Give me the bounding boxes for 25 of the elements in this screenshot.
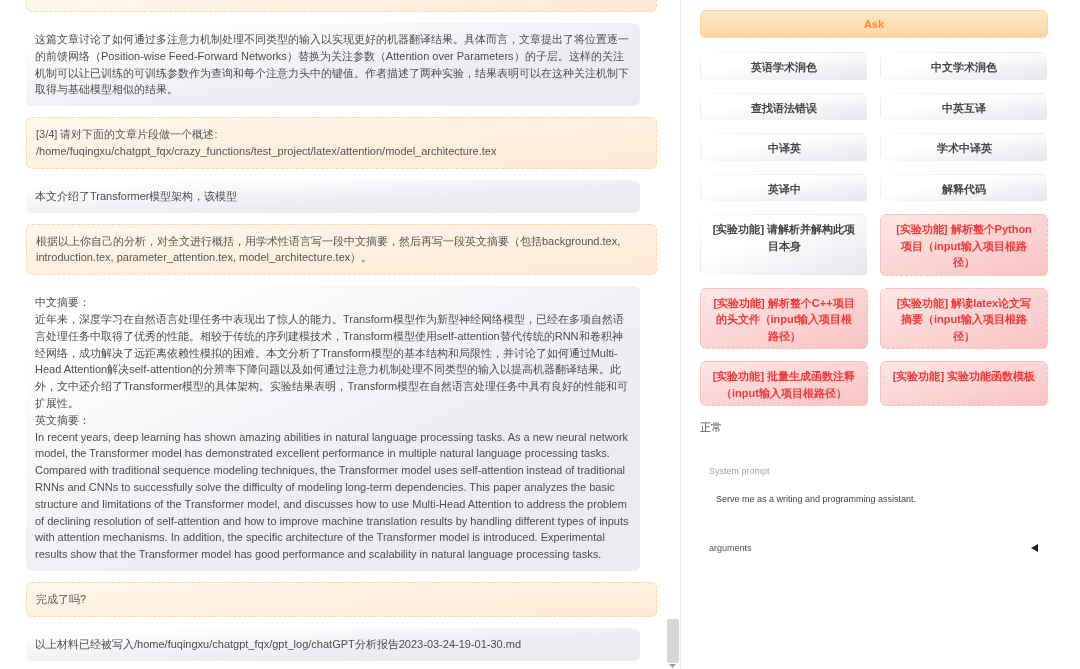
function-button[interactable]: 查找语法错误	[700, 92, 868, 121]
function-button[interactable]: 中英互译	[880, 92, 1048, 121]
function-button[interactable]: [实验功能] 请解析并解构此项目本身	[700, 214, 868, 276]
function-button[interactable]: 英译中	[700, 173, 868, 202]
message-text: 以上材料已经被写入/home/fuqingxu/chatgpt_fqx/gpt_log/chatGPT分析报告2023-03-24-19-01-30.md	[35, 636, 522, 652]
function-button[interactable]: 学术中译英	[880, 133, 1048, 162]
message-text: 完成了吗?	[36, 591, 87, 607]
function-button[interactable]: 中文学术润色	[880, 52, 1048, 81]
message-text: In recent years, deep learning has shown amazing abilities in natural language processing tasks. As a new neural network model, the Transformer model has demonstrated excellent performance in multiple natural language processing tasks. Compared with traditional sequence modeling techniques, the Transformer model uses self-attention instead of traditional RNNs and CNNs to successfully solve the difficulty of modeling long-term dependencies. This paper analyzes the basic structure and limitations of the Transformer model, and discusses how to use Multi-Head Attention to address the problem of declining resolution of self-attention and how to improve machine translation results by handling different types of inputs with attention mechanisms. In addition, the specific architecture of the Transformer model is introduced. Experimental results show that the Transformer model has good performance and scalability in natural language processing tasks.	[35, 429, 630, 563]
arguments-accordion[interactable]: arguments	[700, 540, 1048, 556]
message-text: [3/4] 请对下面的文章片段做一个概述:	[36, 127, 218, 143]
message-text: 英文摘要：	[35, 412, 90, 428]
function-button[interactable]: 中译英	[700, 133, 868, 162]
system-prompt-label: System prompt	[709, 465, 770, 477]
message-text: 这篇文章讨论了如何通过多注意力机制处理不同类型的输入以实现更好的机器翻译结果。具体而言，文章提出了将位置逐一的前馈网络（Position-wise Feed-Forward Networks）替换为关注参数（Attention over Parameters）的子层。这样的关注机制可以让已训练的可训练参数作为查询和每个注意力头中的键值。作者描述了两种实验，结果表明可以在这种关注机制下取得与基础模型相似的结果。	[35, 32, 630, 98]
message-text: 根据以上你自己的分析，对全文进行概括，用学术性语言写一段中文摘要，然后再写一段英文摘要（包括background.tex, introduction.tex, parameter_attention.tex, model_architecture.tex）。	[36, 233, 622, 266]
function-button[interactable]: 英语学术润色	[700, 52, 868, 81]
scrollbar-thumb[interactable]	[666, 619, 679, 663]
message-text: 近年来，深度学习在自然语言处理任务中表现出了惊人的能力。Transform模型作为新型神经网络模型，已经在多项自然语言处理任务中取得了优秀的性能。相较于传统的序列建模技术，Transform模型使用self-attention替代传统的RNN和卷积神经网络，成功解决了远距离依赖性模拟的困难。本文分析了Transform模型的基本结构和局限性，并讨论了如何通过Multi-Head Attention解决self-attention的分辨率下降问题以及如何通过注意力机制处理不同类型的输入以提高机器翻译结果。此外，文中还介绍了Transformer模型的具体架构。实验结果表明，Transform模型在自然语言处理任务中具有良好的性能和可扩展性。	[35, 311, 630, 411]
status-text: 正常	[700, 420, 722, 435]
scroll-down-arrow-icon[interactable]	[669, 664, 676, 668]
message-text: 中文摘要：	[35, 295, 90, 311]
message-text: 本文介绍了Transformer模型架构，该模型	[35, 188, 238, 204]
function-button[interactable]: 解释代码	[880, 173, 1048, 202]
message-text: /home/fuqingxu/chatgpt_fqx/crazy_functions/test_project/latex/attention/model_architecture.tex	[36, 144, 497, 159]
